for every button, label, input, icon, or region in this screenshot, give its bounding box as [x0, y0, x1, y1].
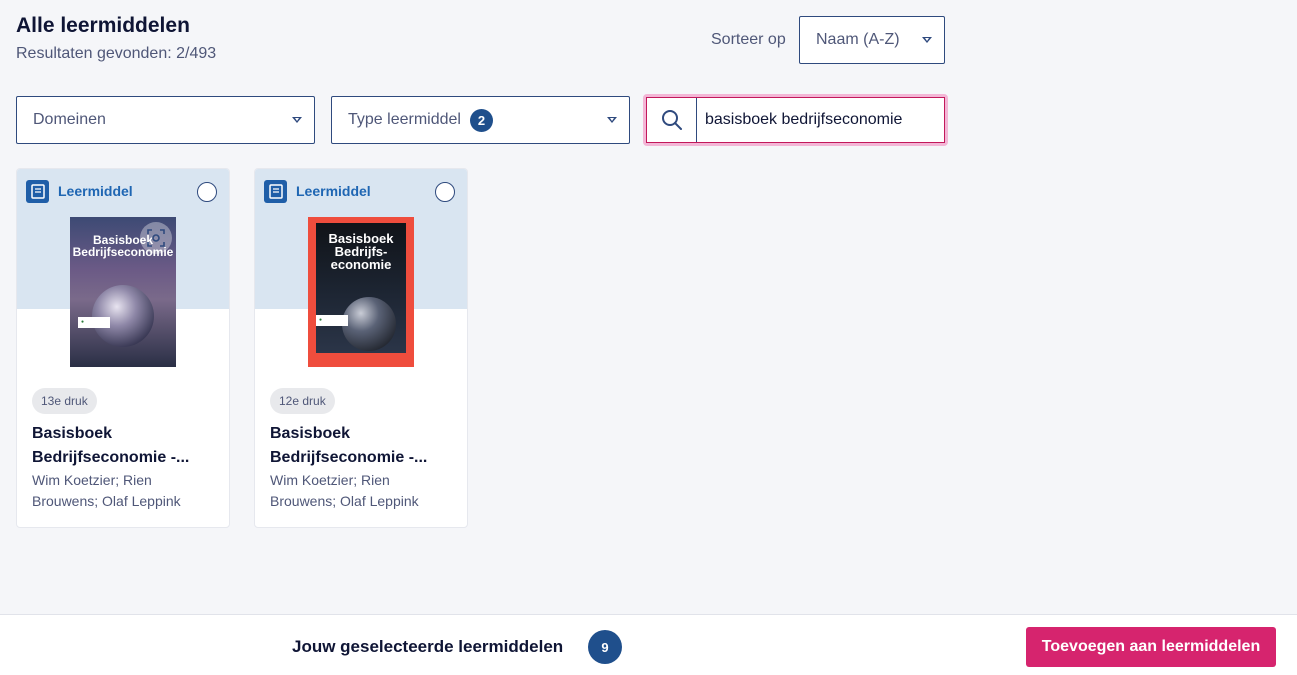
card-authors: Wim Koetzier; Rien Brouwens; Olaf Leppin… [32, 472, 181, 509]
card-authors: Wim Koetzier; Rien Brouwens; Olaf Leppin… [270, 472, 419, 509]
search-field [643, 94, 948, 146]
book-icon [26, 180, 49, 203]
publisher-logo: ● [316, 315, 348, 326]
type-select[interactable]: Type leermiddel 2 [331, 96, 630, 144]
cover-title: Basisboek Bedrijfs- economie [316, 232, 406, 271]
card-title[interactable]: Basisboek Bedrijfseconomie -... [32, 422, 212, 470]
search-box [646, 97, 945, 143]
selected-count-badge[interactable]: 9 [588, 630, 622, 664]
domain-select[interactable]: Domeinen [16, 96, 315, 144]
search-icon[interactable] [647, 98, 697, 142]
cover-inner: Basisboek Bedrijfs- economie ● [316, 223, 406, 353]
selection-footer: Jouw geselecteerde leermiddelen 9 Toevoe… [0, 614, 1297, 675]
zoom-cover-button[interactable] [140, 222, 172, 254]
sort-select-value: Naam (A-Z) [816, 31, 900, 48]
page-title: Alle leermiddelen [16, 14, 190, 37]
resource-card[interactable]: Leermiddel Basisboek Bedrijfs- economie … [254, 168, 468, 528]
card-type-label: Leermiddel [58, 183, 133, 199]
cover-image [342, 297, 396, 351]
card-type-label: Leermiddel [296, 183, 371, 199]
domain-select-label: Domeinen [33, 111, 106, 128]
cover-title-line: economie [330, 257, 392, 272]
cover-image [92, 285, 154, 347]
resource-card[interactable]: Leermiddel Basisboek Bedrijfseconomie ● … [16, 168, 230, 528]
type-select-label: Type leermiddel [348, 111, 461, 128]
edition-badge: 13e druk [32, 388, 97, 414]
type-filter-count-badge: 2 [469, 108, 493, 132]
selected-label: Jouw geselecteerde leermiddelen [292, 637, 564, 656]
publisher-logo: ● [78, 317, 110, 328]
scan-icon [147, 229, 165, 247]
search-input[interactable] [697, 111, 937, 129]
book-icon [264, 180, 287, 203]
chevron-down-icon [922, 37, 932, 43]
add-to-resources-button[interactable]: Toevoegen aan leermiddelen [1026, 627, 1276, 667]
chevron-down-icon [292, 117, 302, 123]
select-radio[interactable] [435, 182, 455, 202]
sort-label: Sorteer op [711, 31, 786, 48]
chevron-down-icon [607, 117, 617, 123]
edition-badge: 12e druk [270, 388, 335, 414]
book-cover: Basisboek Bedrijfs- economie ● [308, 217, 414, 367]
select-radio[interactable] [197, 182, 217, 202]
result-count: Resultaten gevonden: 2/493 [16, 45, 217, 62]
sort-select[interactable]: Naam (A-Z) [799, 16, 945, 64]
card-title[interactable]: Basisboek Bedrijfseconomie -... [270, 422, 450, 470]
